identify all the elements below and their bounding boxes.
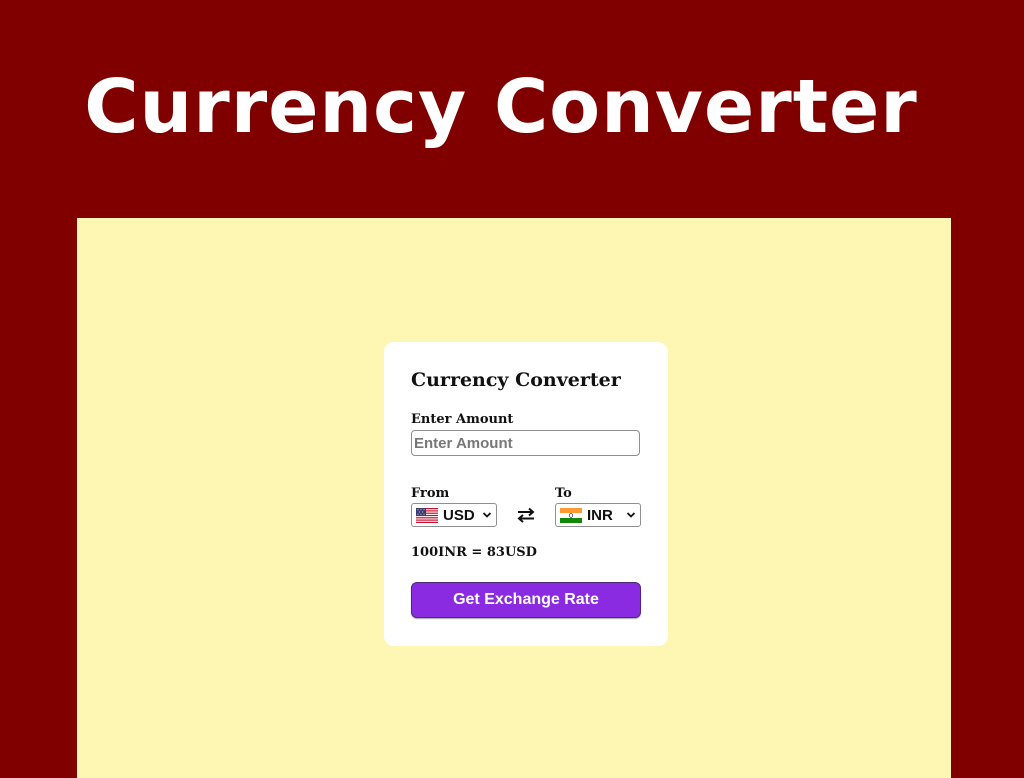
to-label: To	[555, 486, 572, 501]
from-currency-code: USD	[443, 506, 475, 524]
exchange-rate-message: 100INR = 83USD	[411, 545, 537, 560]
from-label: From	[411, 486, 450, 501]
amount-label: Enter Amount	[411, 412, 514, 427]
amount-input[interactable]	[411, 430, 640, 456]
chevron-down-icon	[626, 512, 636, 518]
india-flag-icon	[560, 507, 582, 523]
us-flag-icon	[416, 507, 438, 523]
swap-arrows-icon[interactable]	[516, 506, 536, 524]
to-currency-code: INR	[587, 506, 613, 524]
to-currency-select[interactable]: INR	[555, 503, 641, 527]
banner-title: Currency Converter	[84, 64, 918, 150]
chevron-down-icon	[482, 512, 492, 518]
card-title: Currency Converter	[411, 369, 621, 391]
converter-card: Currency Converter Enter Amount From To …	[384, 342, 668, 646]
get-exchange-rate-button[interactable]: Get Exchange Rate	[411, 582, 641, 618]
from-currency-select[interactable]: USD	[411, 503, 497, 527]
